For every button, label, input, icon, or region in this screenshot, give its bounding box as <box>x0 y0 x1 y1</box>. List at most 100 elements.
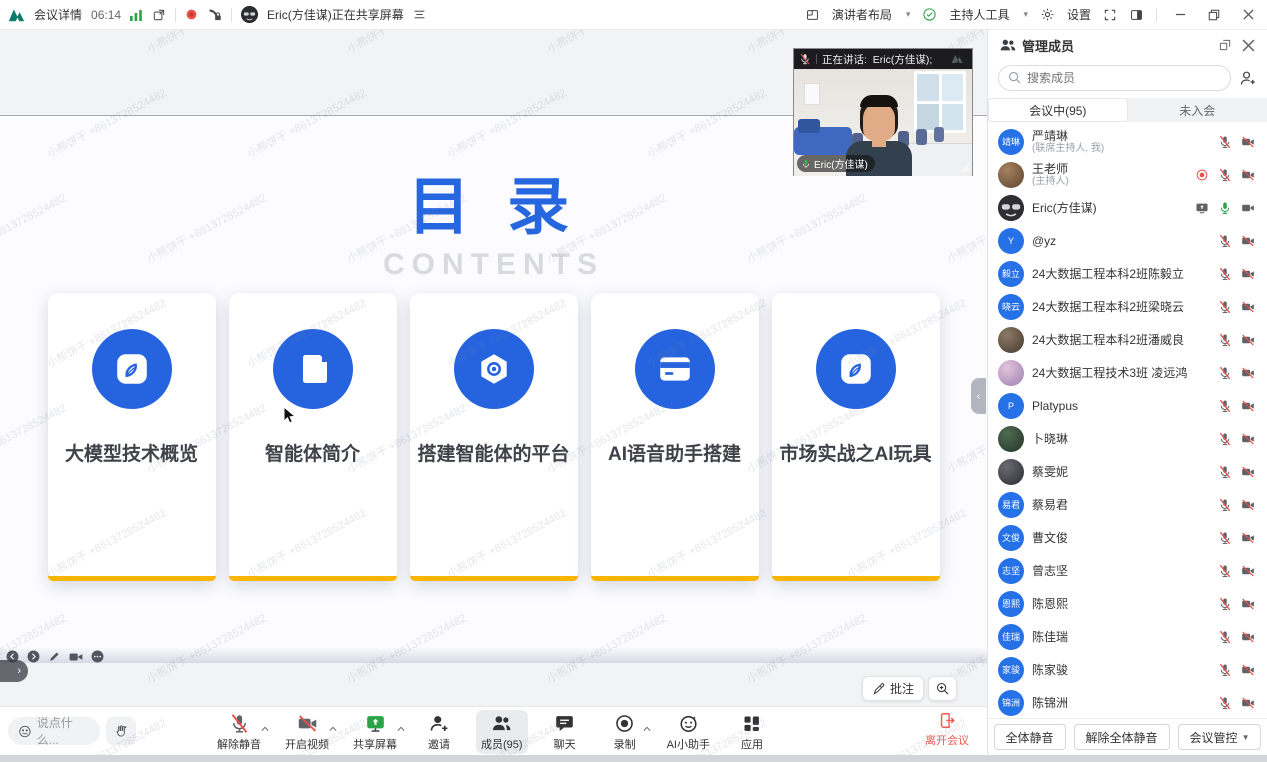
mic-muted-icon[interactable] <box>1218 168 1232 182</box>
minimize-button[interactable] <box>1169 4 1191 26</box>
tab-not-joined[interactable]: 未入会 <box>1128 98 1267 122</box>
mic-muted-icon[interactable] <box>1218 630 1232 644</box>
member-row[interactable]: 志坚曾志坚 <box>988 554 1267 587</box>
add-member-icon[interactable] <box>1239 70 1257 86</box>
apps-button[interactable]: 应用 <box>729 710 775 754</box>
mic-muted-icon[interactable] <box>1218 498 1232 512</box>
member-row[interactable]: PPlatypus <box>988 389 1267 422</box>
camera-off-icon[interactable] <box>1241 432 1255 446</box>
mic-muted-icon[interactable] <box>1218 465 1232 479</box>
search-members-input[interactable] <box>998 65 1231 91</box>
mic-muted-icon[interactable] <box>1218 267 1232 281</box>
mic-muted-icon[interactable] <box>1218 135 1232 149</box>
camera-off-icon[interactable] <box>1241 234 1255 248</box>
member-row[interactable]: 易君蔡易君 <box>988 488 1267 521</box>
chat-button[interactable]: 聊天 <box>542 710 588 754</box>
chevron-up-icon[interactable] <box>397 719 405 737</box>
camera-tool-icon[interactable] <box>69 651 83 663</box>
camera-off-icon[interactable] <box>1241 597 1255 611</box>
annotate-button[interactable]: 批注 <box>862 676 924 701</box>
camera-off-icon[interactable] <box>1241 399 1255 413</box>
camera-off-icon[interactable] <box>1241 300 1255 314</box>
invite-button[interactable]: 邀请 <box>416 710 462 754</box>
mic-muted-icon[interactable] <box>1218 432 1232 446</box>
member-row[interactable]: 晓云24大数据工程本科2班梁晓云 <box>988 290 1267 323</box>
leave-meeting-button[interactable]: 离开会议 <box>925 711 969 748</box>
members-button[interactable]: 成员(95) <box>476 710 528 754</box>
member-row[interactable]: Y@yz <box>988 224 1267 257</box>
phone-lock-icon[interactable] <box>207 7 222 22</box>
camera-off-icon[interactable] <box>1241 168 1255 182</box>
cloud-record-indicator[interactable] <box>1195 168 1209 182</box>
member-row[interactable]: 锦洲陈锦洲 <box>988 686 1267 718</box>
member-row[interactable]: 24大数据工程本科2班潘威良 <box>988 323 1267 356</box>
camera-off-icon[interactable] <box>1241 498 1255 512</box>
mic-muted-icon[interactable] <box>1218 399 1232 413</box>
meeting-control-button[interactable]: 会议管控▼ <box>1178 724 1262 750</box>
mic-muted-icon[interactable] <box>1218 333 1232 347</box>
sharing-options-icon[interactable] <box>413 9 426 20</box>
record-button[interactable]: 录制 <box>602 710 648 754</box>
member-row[interactable]: 卜晓琳 <box>988 422 1267 455</box>
mic-muted-icon[interactable] <box>1218 564 1232 578</box>
member-row[interactable]: 毅立24大数据工程本科2班陈毅立 <box>988 257 1267 290</box>
resize-handle[interactable] <box>960 163 970 173</box>
camera-off-icon[interactable] <box>1241 333 1255 347</box>
camera-off-icon[interactable] <box>1241 465 1255 479</box>
camera-off-icon[interactable] <box>1241 663 1255 677</box>
member-row[interactable]: 靖琳严靖琳(联席主持人, 我) <box>988 125 1267 158</box>
camera-off-icon[interactable] <box>1241 564 1255 578</box>
mic-muted-icon[interactable] <box>1218 663 1232 677</box>
recording-indicator-icon[interactable] <box>185 8 198 21</box>
chevron-up-icon[interactable] <box>261 719 269 737</box>
restore-button[interactable] <box>1203 4 1225 26</box>
host-tools-button[interactable]: 主持人工具 <box>949 6 1009 23</box>
member-row[interactable]: 佳瑞陈佳瑞 <box>988 620 1267 653</box>
mic-muted-icon[interactable] <box>1218 234 1232 248</box>
popout-panel-icon[interactable] <box>1218 38 1232 52</box>
mute-all-button[interactable]: 全体静音 <box>994 724 1066 750</box>
speaker-video-thumbnail[interactable]: 正在讲话: Eric(方佳谋); <box>793 48 973 176</box>
next-slide-icon[interactable] <box>27 650 40 663</box>
chevron-up-icon[interactable] <box>643 719 651 737</box>
member-row[interactable]: 文俊曹文俊 <box>988 521 1267 554</box>
zoom-in-button[interactable] <box>928 676 957 701</box>
collapse-sidebar-handle[interactable]: ‹ <box>971 378 986 414</box>
start-video-button[interactable]: 开启视频 <box>280 710 334 754</box>
camera-off-icon[interactable] <box>1241 366 1255 380</box>
popout-window-icon[interactable] <box>152 8 166 22</box>
camera-on-icon[interactable] <box>1241 201 1255 215</box>
close-button[interactable] <box>1237 4 1259 26</box>
more-tools-icon[interactable] <box>91 650 104 663</box>
unmute-all-button[interactable]: 解除全体静音 <box>1074 724 1170 750</box>
member-row[interactable]: 24大数据工程技术3班 凌远鸿 <box>988 356 1267 389</box>
side-panel-toggle-icon[interactable] <box>1129 8 1144 22</box>
mic-on-icon[interactable] <box>1218 201 1232 215</box>
member-row[interactable]: 王老师(主持人) <box>988 158 1267 191</box>
member-row[interactable]: 家骏陈家骏 <box>988 653 1267 686</box>
close-panel-icon[interactable] <box>1242 39 1255 52</box>
sharing-screen-icon[interactable] <box>1195 201 1209 215</box>
member-row[interactable]: 蔡雯妮 <box>988 455 1267 488</box>
expand-toolbar-handle[interactable]: › <box>0 660 28 682</box>
camera-off-icon[interactable] <box>1241 267 1255 281</box>
mic-muted-icon[interactable] <box>1218 531 1232 545</box>
unmute-button[interactable]: 解除静音 <box>212 710 266 754</box>
mic-muted-icon[interactable] <box>1218 696 1232 710</box>
mic-muted-icon[interactable] <box>1218 597 1232 611</box>
mic-muted-icon[interactable] <box>1218 300 1232 314</box>
camera-off-icon[interactable] <box>1241 135 1255 149</box>
pencil-tool-icon[interactable] <box>48 650 61 663</box>
mic-muted-icon[interactable] <box>1218 366 1232 380</box>
speaker-layout-button[interactable]: 演讲者布局 <box>832 6 892 23</box>
meeting-details-button[interactable]: 会议详情 <box>34 6 82 23</box>
chevron-up-icon[interactable] <box>329 719 337 737</box>
member-row[interactable]: 恩熙陈恩熙 <box>988 587 1267 620</box>
fullscreen-icon[interactable] <box>1103 8 1117 22</box>
tab-in-meeting[interactable]: 会议中(95) <box>988 98 1128 122</box>
member-row[interactable]: Eric(方佳谋) <box>988 191 1267 224</box>
camera-off-icon[interactable] <box>1241 531 1255 545</box>
ai-assistant-button[interactable]: AI小助手 <box>662 710 715 754</box>
camera-off-icon[interactable] <box>1241 630 1255 644</box>
camera-off-icon[interactable] <box>1241 696 1255 710</box>
